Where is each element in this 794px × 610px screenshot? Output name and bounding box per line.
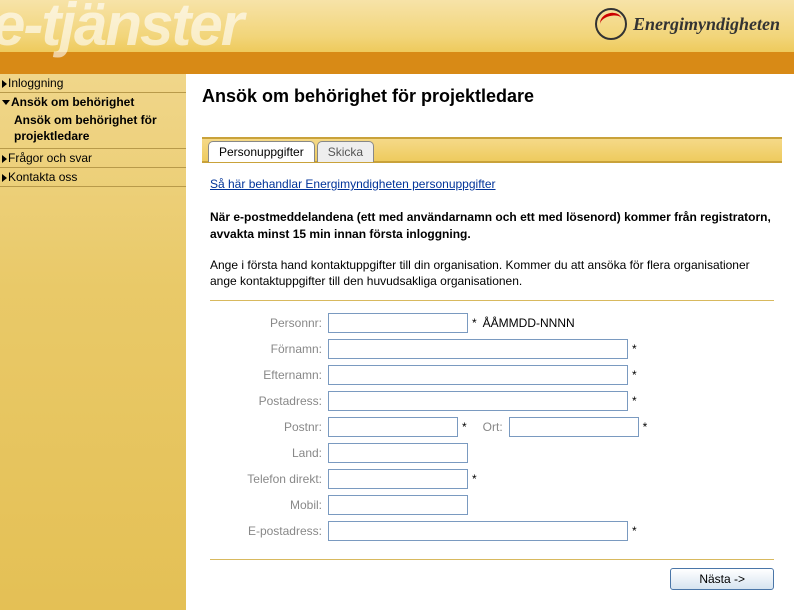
sidebar-item-label: Ansök om behörighet bbox=[11, 95, 134, 109]
tabs-bar: Personuppgifter Skicka bbox=[202, 137, 782, 163]
privacy-link[interactable]: Så här behandlar Energimyndigheten perso… bbox=[210, 177, 496, 191]
next-button[interactable]: Nästa -> bbox=[670, 568, 774, 590]
tab-send[interactable]: Skicka bbox=[317, 141, 374, 162]
notice-text: När e-postmeddelandena (ett med användar… bbox=[210, 209, 774, 243]
required-mark: * bbox=[632, 368, 637, 382]
logo-icon bbox=[595, 8, 627, 40]
required-mark: * bbox=[632, 524, 637, 538]
postnr-input[interactable] bbox=[328, 417, 458, 437]
instruction-text: Ange i första hand kontaktuppgifter till… bbox=[210, 257, 774, 291]
fornamn-label: Förnamn: bbox=[210, 342, 328, 356]
postadress-label: Postadress: bbox=[210, 394, 328, 408]
mobil-input[interactable] bbox=[328, 495, 468, 515]
sidebar-item-label: Frågor och svar bbox=[8, 151, 92, 165]
land-input[interactable] bbox=[328, 443, 468, 463]
sidebar-item-label: Kontakta oss bbox=[8, 170, 77, 184]
required-mark: * bbox=[472, 316, 477, 330]
telefon-label: Telefon direkt: bbox=[210, 472, 328, 486]
personnr-hint: ÅÅMMDD-NNNN bbox=[483, 316, 575, 330]
epost-label: E-postadress: bbox=[210, 524, 328, 538]
arrow-right-icon bbox=[2, 80, 7, 88]
ort-label: Ort: bbox=[483, 420, 503, 434]
arrow-down-icon bbox=[2, 100, 10, 105]
personnr-label: Personnr: bbox=[210, 316, 328, 330]
sidebar-item-label: Inloggning bbox=[8, 76, 63, 90]
logo-text: Energimyndigheten bbox=[633, 14, 780, 35]
sidebar-item-contact[interactable]: Kontakta oss bbox=[0, 168, 186, 187]
arrow-right-icon bbox=[2, 155, 7, 163]
telefon-input[interactable] bbox=[328, 469, 468, 489]
sidebar-item-apply-projectleader[interactable]: Ansök om behörighet för projektledare bbox=[0, 111, 186, 149]
content: Så här behandlar Energimyndigheten perso… bbox=[202, 163, 782, 598]
fornamn-input[interactable] bbox=[328, 339, 628, 359]
required-mark: * bbox=[632, 394, 637, 408]
page-title: Ansök om behörighet för projektledare bbox=[202, 86, 782, 107]
form: Personnr: * ÅÅMMDD-NNNN Förnamn: * Efter… bbox=[210, 313, 774, 541]
postadress-input[interactable] bbox=[328, 391, 628, 411]
ort-input[interactable] bbox=[509, 417, 639, 437]
header-watermark: e-tjänster bbox=[0, 0, 242, 59]
efternamn-input[interactable] bbox=[328, 365, 628, 385]
divider bbox=[210, 300, 774, 301]
sidebar-item-label: Ansök om behörighet för projektledare bbox=[14, 113, 157, 143]
required-mark: * bbox=[472, 472, 477, 486]
epost-input[interactable] bbox=[328, 521, 628, 541]
sidebar-item-faq[interactable]: Frågor och svar bbox=[0, 149, 186, 168]
required-mark: * bbox=[643, 420, 648, 434]
sidebar: Inloggning Ansök om behörighet Ansök om … bbox=[0, 74, 186, 610]
required-mark: * bbox=[462, 420, 467, 434]
sidebar-item-apply[interactable]: Ansök om behörighet bbox=[0, 93, 186, 111]
arrow-right-icon bbox=[2, 174, 7, 182]
sidebar-item-login[interactable]: Inloggning bbox=[0, 74, 186, 93]
logo: Energimyndigheten bbox=[595, 8, 780, 40]
efternamn-label: Efternamn: bbox=[210, 368, 328, 382]
main: Ansök om behörighet för projektledare Pe… bbox=[186, 74, 794, 610]
tab-personal-data[interactable]: Personuppgifter bbox=[208, 141, 315, 162]
personnr-input[interactable] bbox=[328, 313, 468, 333]
postnr-label: Postnr: bbox=[210, 420, 328, 434]
required-mark: * bbox=[632, 342, 637, 356]
footer: Nästa -> bbox=[210, 559, 774, 590]
land-label: Land: bbox=[210, 446, 328, 460]
header: e-tjänster Energimyndigheten bbox=[0, 0, 794, 52]
mobil-label: Mobil: bbox=[210, 498, 328, 512]
